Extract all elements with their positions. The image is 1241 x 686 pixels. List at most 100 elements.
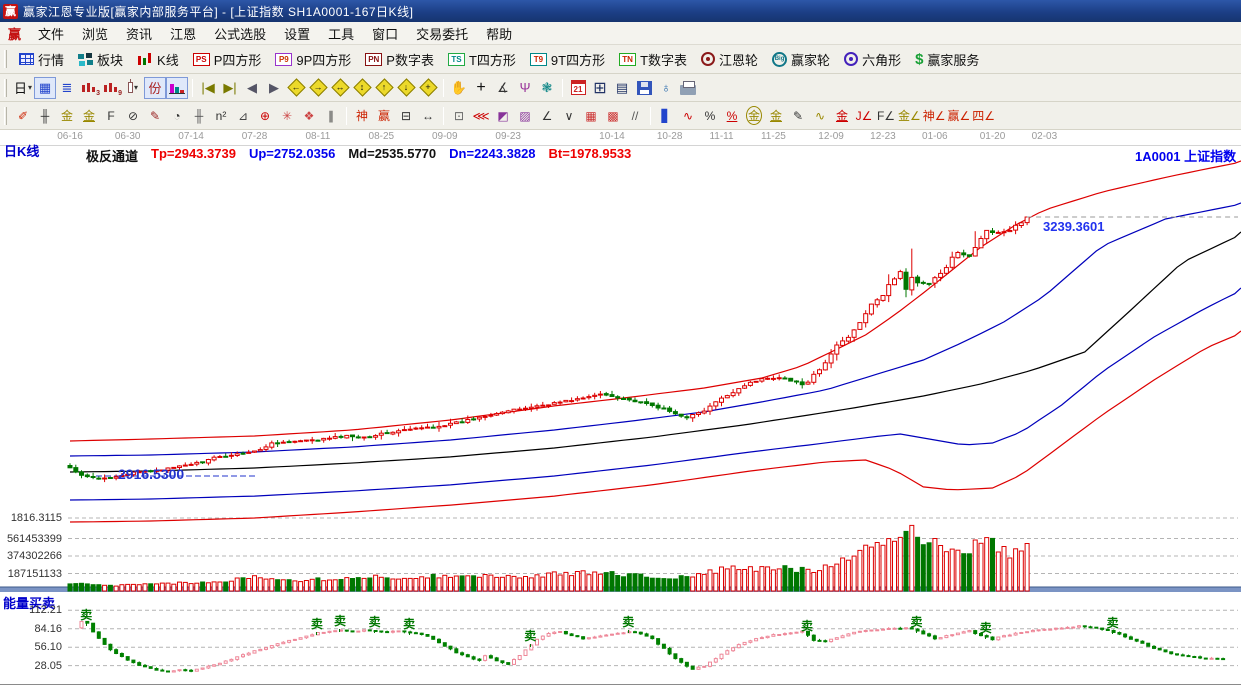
toolbar-button-gann-wheel[interactable]: 江恩轮 xyxy=(694,47,765,72)
tool-save[interactable] xyxy=(633,77,655,99)
toolbar-button-9p-square[interactable]: P99P四方形 xyxy=(268,47,358,72)
tool-print[interactable] xyxy=(677,77,699,99)
tool-hand-tool[interactable]: ✋ xyxy=(448,77,470,99)
tool-angle-measure[interactable]: ∡ xyxy=(492,77,514,99)
tool-star-grid[interactable]: ✳ xyxy=(276,105,298,127)
tool-cycle-tool[interactable]: ❃ xyxy=(536,77,558,99)
menu-item-设置[interactable]: 设置 xyxy=(275,22,319,45)
menu-item-资讯[interactable]: 资讯 xyxy=(117,22,161,45)
tool-grid-dense[interactable]: ╫ xyxy=(188,105,210,127)
tool-grid-plain[interactable]: ╫ xyxy=(34,105,56,127)
tool-gann-fan-tool[interactable]: Ψ xyxy=(514,77,536,99)
tool-angle-ruler[interactable]: ⊿ xyxy=(232,105,254,127)
toolbar-button-t-square[interactable]: TST四方形 xyxy=(441,47,523,72)
tool-crosshair-tool[interactable]: + xyxy=(470,77,492,99)
tool-candle-style[interactable]: ▾ xyxy=(122,77,144,99)
tool-grid-shen[interactable]: 神 xyxy=(351,105,373,127)
tool-spiral-5[interactable]: ⊘ xyxy=(122,105,144,127)
menu-item-江恩[interactable]: 江恩 xyxy=(161,22,205,45)
tool-zoom-all[interactable]: + xyxy=(417,77,439,99)
menu-item-文件[interactable]: 文件 xyxy=(29,22,73,45)
tool-percent[interactable]: % xyxy=(699,105,721,127)
tool-grid-ying[interactable]: 赢 xyxy=(373,105,395,127)
menu-item-帮助[interactable]: 帮助 xyxy=(477,22,521,45)
tool-grid-123[interactable]: ⊟ xyxy=(395,105,417,127)
menu-item-浏览[interactable]: 浏览 xyxy=(73,22,117,45)
tool-zoom-down[interactable]: ↓ xyxy=(395,77,417,99)
tool-grid-red-box[interactable]: ▩ xyxy=(602,105,624,127)
toolbar-button-hexagon[interactable]: 六角形 xyxy=(837,47,908,72)
tool-k-marks[interactable]: ∥ xyxy=(320,105,342,127)
tool-gold-line[interactable]: 金 xyxy=(765,105,787,127)
toolbar-button-p-square[interactable]: PSP四方形 xyxy=(186,47,269,72)
tool-grid-red[interactable]: ▦ xyxy=(580,105,602,127)
tool-check-wave[interactable]: ∨ xyxy=(558,105,580,127)
tool-chart-window[interactable]: ▦ xyxy=(34,77,56,99)
x-axis-tick-12-23: 12-23 xyxy=(866,131,900,142)
menu-item-窗口[interactable]: 窗口 xyxy=(363,22,407,45)
tool-grid-gold-1[interactable]: 金 xyxy=(56,105,78,127)
toolbar-button-kline[interactable]: K线 xyxy=(130,47,186,72)
tool-info-panel[interactable]: ≣ xyxy=(56,77,78,99)
tool-calculator[interactable]: ⊞ xyxy=(589,77,611,99)
tool-wave-gold[interactable]: ∿ xyxy=(809,105,831,127)
tool-percent-wave[interactable]: ∿ xyxy=(677,105,699,127)
tool-box-tool[interactable]: ⊡ xyxy=(448,105,470,127)
tool-angle-shen[interactable]: 神∠ xyxy=(922,105,947,127)
toolbar-button-quotes[interactable]: 行情 xyxy=(12,47,71,72)
tool-grid-gold-2[interactable]: 金 xyxy=(78,105,100,127)
tool-angle-gold[interactable]: 金∠ xyxy=(897,105,922,127)
tool-angle-si[interactable]: 四∠ xyxy=(971,105,996,127)
tool-zoom-left[interactable]: ← xyxy=(285,77,307,99)
tool-blue-bars[interactable]: ▋ xyxy=(655,105,677,127)
menu-item-公式选股[interactable]: 公式选股 xyxy=(205,22,275,45)
tool-zoom-v[interactable]: ↕ xyxy=(351,77,373,99)
tool-pen-angle[interactable]: ✎ xyxy=(144,105,166,127)
tool-period-day[interactable]: 日▾ xyxy=(12,77,34,99)
tool-gold-circle[interactable]: 金 xyxy=(743,105,765,127)
toolbar-button-t-number[interactable]: TNT数字表 xyxy=(612,47,694,72)
tool-nav-last[interactable]: ▶| xyxy=(219,77,241,99)
tool-zoom-right[interactable]: → xyxy=(307,77,329,99)
tool-slash-lines[interactable]: // xyxy=(624,105,646,127)
tool-target-red[interactable]: ⊕ xyxy=(254,105,276,127)
tool-gold-red[interactable]: 金 xyxy=(831,105,853,127)
tool-angle-ying[interactable]: 赢∠ xyxy=(947,105,972,127)
tool-mini-chart-3[interactable]: 3 xyxy=(78,77,100,99)
tool-percent-line[interactable]: % xyxy=(721,105,743,127)
tool-fan-red[interactable]: ⋘ xyxy=(470,105,492,127)
tool-n-squared[interactable]: n² xyxy=(210,105,232,127)
tool-fan-box-purple[interactable]: ◩ xyxy=(492,105,514,127)
toolbar-button-sectors[interactable]: 板块 xyxy=(71,47,130,72)
tool-nav-next[interactable]: ▶ xyxy=(263,77,285,99)
menu-item-工具[interactable]: 工具 xyxy=(319,22,363,45)
tool-calendar[interactable]: 21 xyxy=(567,77,589,99)
tool-draw-pen[interactable]: ✐ xyxy=(12,105,34,127)
menu-item-交易委托[interactable]: 交易委托 xyxy=(407,22,477,45)
tool-mini-chart-9[interactable]: 9 xyxy=(100,77,122,99)
tool-angle-j[interactable]: J∠ xyxy=(853,105,875,127)
tool-nav-first[interactable]: |◀ xyxy=(197,77,219,99)
tool-angle-f[interactable]: F∠ xyxy=(875,105,897,127)
tool-nav-prev[interactable]: ◀ xyxy=(241,77,263,99)
chart-region[interactable]: 06-1606-3007-1407-2808-1108-2509-0909-23… xyxy=(0,130,1241,686)
tool-notes[interactable]: ▤ xyxy=(611,77,633,99)
tool-span-arrow[interactable]: ↔ xyxy=(417,105,439,127)
toolbar-button-winner-wheel[interactable]: Big赢家轮 xyxy=(765,47,837,72)
tool-zoom-up[interactable]: ↑ xyxy=(373,77,395,99)
kline-chart-canvas[interactable] xyxy=(0,130,1241,686)
tool-time-circle[interactable]: ◔ xyxy=(166,105,188,127)
toolbar-button-p-number[interactable]: PNP数字表 xyxy=(358,47,441,72)
tool-pattern-stamp[interactable]: 份 xyxy=(144,77,166,99)
tool-web-grid[interactable]: ❖ xyxy=(298,105,320,127)
toolbar-button-9t-square[interactable]: T99T四方形 xyxy=(523,47,612,72)
tool-zoom-h[interactable]: ↔ xyxy=(329,77,351,99)
title-bar[interactable]: 赢 赢家江恩专业版[赢家内部服务平台] - [上证指数 SH1A0001-167… xyxy=(0,0,1241,22)
tool-grid-f[interactable]: F xyxy=(100,105,122,127)
tool-web-link[interactable]: ♁ xyxy=(655,77,677,99)
tool-volume-profile[interactable] xyxy=(166,77,188,99)
tool-grid-box-purple[interactable]: ▨ xyxy=(514,105,536,127)
toolbar-button-winner-service[interactable]: $赢家服务 xyxy=(908,47,986,72)
tool-angle-lines[interactable]: ∠ xyxy=(536,105,558,127)
tool-pen-flag[interactable]: ✎ xyxy=(787,105,809,127)
